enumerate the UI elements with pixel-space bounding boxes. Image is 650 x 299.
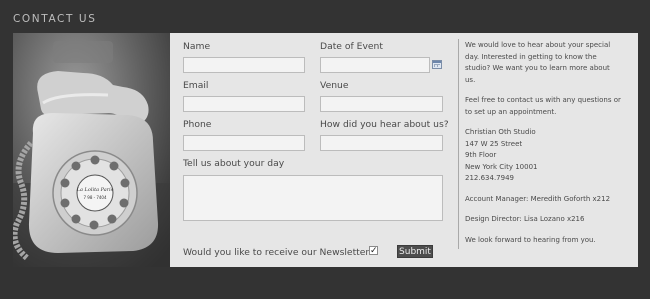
intro-line: us. [465,75,476,84]
newsletter-label: Would you like to receive our Newsletter… [183,247,375,258]
contact-info: We would love to hear about your special… [465,40,635,246]
venue-input[interactable] [320,96,443,112]
studio-city: New York City 10001 [465,162,538,171]
closing-line: We look forward to hearing from you. [465,235,596,244]
submit-button[interactable]: Submit [397,245,433,258]
date-label: Date of Event [320,41,383,52]
about-day-textarea[interactable] [183,175,443,221]
date-input[interactable] [320,57,430,73]
intro-line: day. Interested in getting to know the [465,52,597,61]
calendar-icon[interactable] [432,60,442,69]
page-title: CONTACT US [13,13,97,25]
studio-street: 147 W 25 Street [465,139,523,148]
name-input[interactable] [183,57,305,73]
vertical-divider [458,39,459,249]
account-manager: Account Manager: Meredith Goforth x212 [465,194,611,203]
design-director: Design Director: Lisa Lozano x216 [465,215,585,223]
about-day-label: Tell us about your day [183,158,285,169]
checkmark-icon: ✓ [370,245,378,255]
studio-floor: 9th Floor [465,151,497,159]
intro-line: studio? We want you to learn more about [465,64,610,72]
name-label: Name [183,41,211,52]
dial-brand-text: La Lolita Paris [76,187,114,193]
referral-source-input[interactable] [320,135,443,151]
studio-phone: 212.634.7949 [465,174,514,182]
email-input[interactable] [183,96,305,112]
intro-line: We would love to hear about your special [465,41,611,49]
newsletter-checkbox[interactable]: ✓ [369,245,378,255]
contact-line: to set up an appointment. [465,107,557,116]
phone-label: Phone [183,119,212,130]
contact-line: Feel free to contact us with any questio… [465,96,621,104]
rotary-telephone-photo: La Lolita Paris 7 98 - 7404 [13,33,170,267]
email-label: Email [183,80,209,91]
studio-name: Christian Oth Studio [465,128,536,136]
venue-label: Venue [320,80,349,91]
phone-input[interactable] [183,135,305,151]
referral-source-label: How did you hear about us? [320,119,449,130]
dial-number-text: 7 98 - 7404 [83,195,107,200]
